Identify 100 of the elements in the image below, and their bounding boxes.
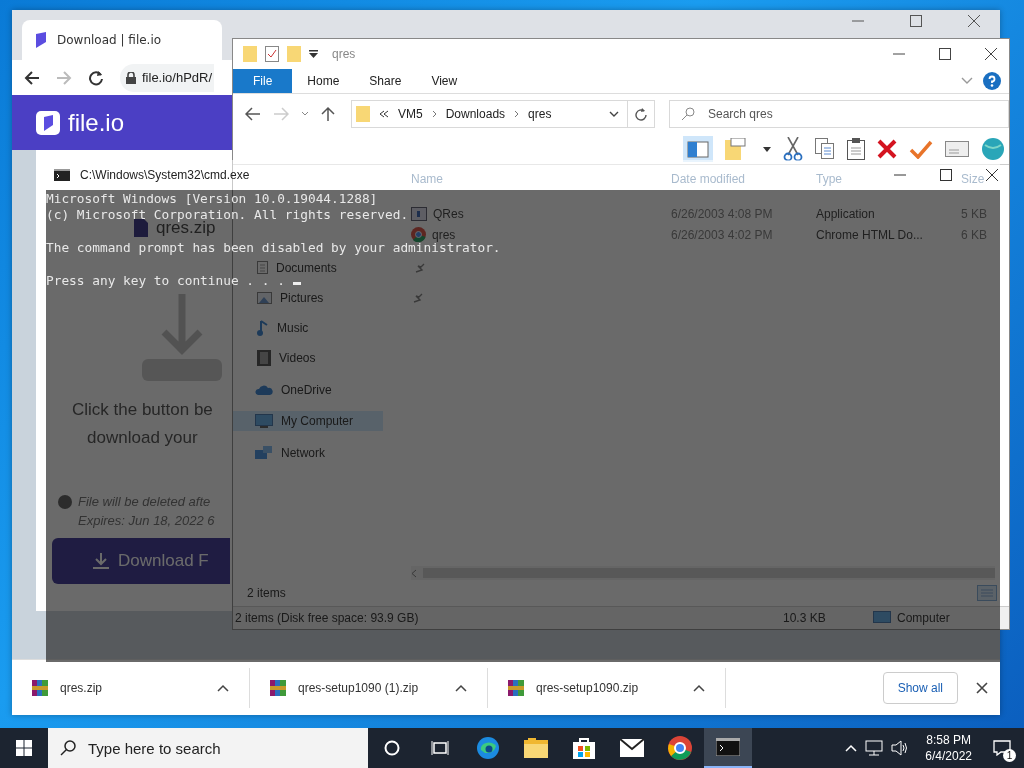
file-name: QRes [433,206,464,221]
prompt-text: Click the button be [72,399,213,421]
archive-icon [270,679,286,696]
film-icon [257,349,271,366]
checkmark-icon[interactable] [909,139,933,159]
console-text: Press any key to continue . . . [46,274,285,287]
search-field[interactable]: Type here to search [48,728,368,768]
chevron-icon[interactable] [961,77,973,85]
file-icon [134,219,148,237]
console-text: The command prompt has been disabled by your administrator. [46,241,501,254]
refresh-button[interactable] [627,100,655,128]
maximize-icon[interactable] [940,169,952,181]
breadcrumb-item[interactable]: qres [528,107,552,121]
help-icon[interactable] [983,72,1001,90]
caret-icon[interactable] [693,683,705,692]
logo-icon [34,32,48,48]
refresh-icon [634,107,647,121]
dropdown-icon[interactable] [608,111,619,117]
type-cell-text: Application [816,206,876,221]
prompt-text: download your [87,427,198,449]
separator-icon [431,110,437,118]
scissors-icon[interactable] [783,137,803,161]
circle-icon [384,740,400,756]
folder-icon [524,738,548,758]
caret-icon[interactable] [455,683,467,692]
download-item[interactable]: qres-setup1090 (1).zip [250,667,488,708]
network-icon[interactable] [865,740,884,756]
cloud-icon [255,384,273,395]
search-icon [681,107,695,121]
shopping-bag-icon [573,737,595,759]
status-text: 2 items (Disk free space: 93.9 GB) [234,611,420,625]
maximize-icon[interactable] [939,48,951,60]
preview-pane-icon[interactable] [683,136,713,162]
lock-icon [126,71,136,84]
text-cursor [292,282,301,285]
details-view-icon [977,585,997,601]
ribbon-tab[interactable]: File [233,69,293,93]
archive-icon [508,679,524,696]
reload-icon[interactable] [88,69,104,86]
maximize-icon[interactable] [910,15,922,27]
logo-icon [36,110,60,135]
console-icon [54,169,70,181]
download-icon [92,552,110,570]
column-header: Date modified [671,172,746,186]
document-icon [257,261,268,274]
breadcrumb-item[interactable]: VM5 [398,107,423,121]
copy-icon[interactable] [815,138,835,160]
notifications-button[interactable]: 1 [980,728,1024,768]
download-item[interactable]: qres-setup1090.zip [488,667,726,708]
envelope-icon[interactable] [945,141,969,157]
site-name[interactable]: file.io [68,108,125,137]
console-icon [716,738,740,756]
taskbar-app[interactable] [704,728,752,768]
close-icon[interactable] [976,681,988,694]
mail-icon [620,739,644,757]
speaker-icon[interactable] [891,740,910,756]
download-item[interactable]: qres.zip [12,667,250,708]
column-header: Type [816,172,842,186]
network-icon [255,445,273,460]
close-icon[interactable] [968,15,980,27]
chrome-icon [411,227,426,242]
windows-logo-icon [16,740,32,756]
address-bar[interactable]: VM5 Downloads qres [351,100,628,128]
type-cell-text: Chrome HTML Do... [816,227,924,242]
task-view-icon [431,740,449,756]
show-all-button[interactable]: Show all [882,671,958,704]
close-icon[interactable] [986,169,998,181]
address-bar[interactable]: file.io/hPdR/ [120,63,215,92]
overflow-icon [379,110,389,118]
music-note-icon [257,319,269,336]
back-icon[interactable] [24,69,40,86]
clock[interactable]: 8:58 PM 6/4/2022 [917,732,980,764]
column-header: Size [961,172,985,186]
computer-icon [255,414,273,428]
dropdown-icon[interactable] [309,50,318,58]
edge-icon [476,736,500,760]
properties-icon[interactable] [265,46,279,62]
computer-icon [873,611,891,625]
globe-icon[interactable] [981,137,1005,161]
file-name: qres.zip [156,220,216,236]
ribbon-tab[interactable]: View [416,69,473,93]
item-count: 2 items [247,586,286,600]
column-header: Name [411,172,443,186]
breadcrumb-item[interactable]: Downloads [445,107,506,121]
search-field[interactable]: Search qres [669,100,1009,128]
dropdown-icon[interactable] [763,146,771,152]
folder-icon [356,106,370,122]
close-icon[interactable] [985,48,997,60]
up-icon[interactable] [321,106,335,122]
delete-icon[interactable] [877,139,897,159]
ribbon-tab[interactable]: Share [354,69,417,93]
ribbon-tab[interactable]: Home [292,69,355,93]
file-name: qres [432,227,456,242]
browser-tab[interactable]: Download | file.io [22,20,222,60]
clipboard-icon[interactable] [847,138,865,160]
application-icon [411,206,427,221]
console-text: Microsoft Windows [Version 10.0.19044.1288] [46,192,378,205]
back-icon[interactable] [245,107,261,121]
download-icon [142,294,222,384]
caret-icon[interactable] [217,683,229,692]
